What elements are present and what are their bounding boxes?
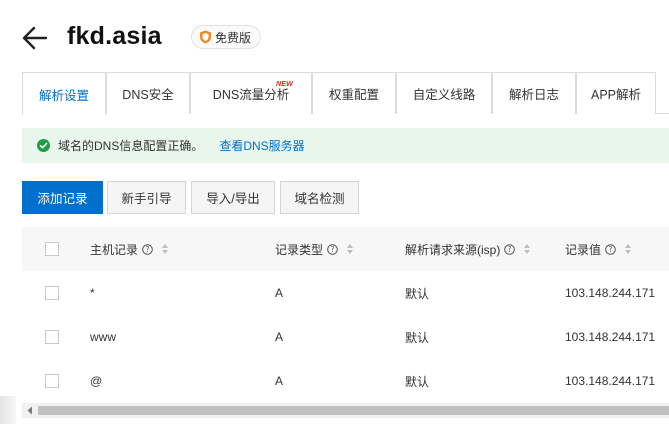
plan-badge-label: 免费版 <box>215 30 252 45</box>
header-checkbox-cell <box>45 227 59 271</box>
select-all-checkbox[interactable] <box>45 242 59 256</box>
column-isp-label: 解析请求来源(isp) <box>405 242 501 257</box>
tab-label: 解析日志 <box>508 88 559 102</box>
tab-weight-config[interactable]: 权重配置 <box>312 72 396 114</box>
table-row[interactable]: www A 默认 103.148.244.171 <box>22 315 669 360</box>
question-circle-icon[interactable]: ? <box>327 243 338 255</box>
domain-check-button[interactable]: 域名检测 <box>280 181 359 214</box>
svg-text:?: ? <box>508 245 512 254</box>
row-isp: 默认 <box>405 286 430 301</box>
tab-bar: 解析设置 DNS安全 DNS流量分析 NEW 权重配置 自定义线路 解析日志 A… <box>22 72 669 115</box>
tab-dns-traffic[interactable]: DNS流量分析 NEW <box>190 72 312 114</box>
check-circle-icon <box>37 139 50 152</box>
question-circle-icon[interactable]: ? <box>605 243 616 255</box>
scroll-left-icon[interactable] <box>26 406 34 415</box>
guide-button[interactable]: 新手引导 <box>107 181 186 214</box>
sort-icon[interactable] <box>523 243 531 255</box>
table-header: 主机记录 ? 记录类型 ? 解析请求来源(isp) ? 记录值 ? <box>22 227 669 272</box>
page-edge-shade <box>0 396 16 424</box>
row-checkbox[interactable] <box>45 286 59 300</box>
row-type: A <box>275 330 284 344</box>
column-isp: 解析请求来源(isp) ? <box>405 227 531 271</box>
shield-icon <box>200 30 211 44</box>
scrollbar-thumb[interactable] <box>38 406 669 415</box>
column-host: 主机记录 ? <box>90 227 169 271</box>
tab-dns-settings[interactable]: 解析设置 <box>22 72 106 115</box>
row-isp: 默认 <box>405 330 430 345</box>
sort-icon[interactable] <box>346 243 354 255</box>
row-host: * <box>90 286 95 300</box>
row-value: 103.148.244.171 <box>565 374 656 388</box>
horizontal-scrollbar[interactable] <box>22 403 669 418</box>
row-isp: 默认 <box>405 374 430 389</box>
domain-title: fkd.asia <box>67 22 162 50</box>
svg-text:?: ? <box>146 245 150 254</box>
tab-label: 权重配置 <box>328 88 379 102</box>
row-value: 103.148.244.171 <box>565 286 656 300</box>
column-type-label: 记录类型 <box>275 242 324 257</box>
dns-status-alert: 域名的DNS信息配置正确。 查看DNS服务器 <box>22 128 669 163</box>
svg-text:?: ? <box>609 245 613 254</box>
row-host: @ <box>90 374 103 388</box>
table-row[interactable]: * A 默认 103.148.244.171 <box>22 271 669 316</box>
question-circle-icon[interactable]: ? <box>504 243 516 255</box>
tab-label: 自定义线路 <box>412 88 476 102</box>
row-host: www <box>90 330 116 344</box>
sort-icon[interactable] <box>161 243 169 255</box>
tab-custom-lines[interactable]: 自定义线路 <box>396 72 492 114</box>
column-host-label: 主机记录 <box>90 242 139 257</box>
row-value: 103.148.244.171 <box>565 330 656 344</box>
svg-text:?: ? <box>331 245 335 254</box>
tab-dns-logs[interactable]: 解析日志 <box>492 72 576 114</box>
tab-label: 解析设置 <box>38 88 89 103</box>
arrow-left-icon[interactable] <box>22 26 48 50</box>
row-checkbox[interactable] <box>45 330 59 344</box>
new-tag: NEW <box>276 81 293 88</box>
row-type: A <box>275 286 284 300</box>
page-header: fkd.asia 免费版 <box>0 0 669 72</box>
view-dns-servers-link[interactable]: 查看DNS服务器 <box>219 137 304 154</box>
tab-label: APP解析 <box>590 88 641 102</box>
column-type: 记录类型 ? <box>275 227 354 271</box>
import-export-button[interactable]: 导入/导出 <box>191 181 275 214</box>
row-type: A <box>275 374 284 388</box>
sort-icon[interactable] <box>624 243 632 255</box>
question-circle-icon[interactable]: ? <box>142 243 153 255</box>
tab-dns-security[interactable]: DNS安全 <box>106 72 267 114</box>
tab-app-dns[interactable]: APP解析 <box>576 72 656 114</box>
add-record-button[interactable]: 添加记录 <box>22 181 103 214</box>
column-value-label: 记录值 <box>565 242 602 257</box>
table-row[interactable]: @ A 默认 103.148.244.171 <box>22 359 669 404</box>
tab-label: DNS安全 <box>122 88 174 102</box>
row-checkbox[interactable] <box>45 374 59 388</box>
alert-message: 域名的DNS信息配置正确。 <box>58 139 204 153</box>
column-value: 记录值 ? <box>565 227 632 271</box>
plan-badge[interactable]: 免费版 <box>191 25 262 49</box>
